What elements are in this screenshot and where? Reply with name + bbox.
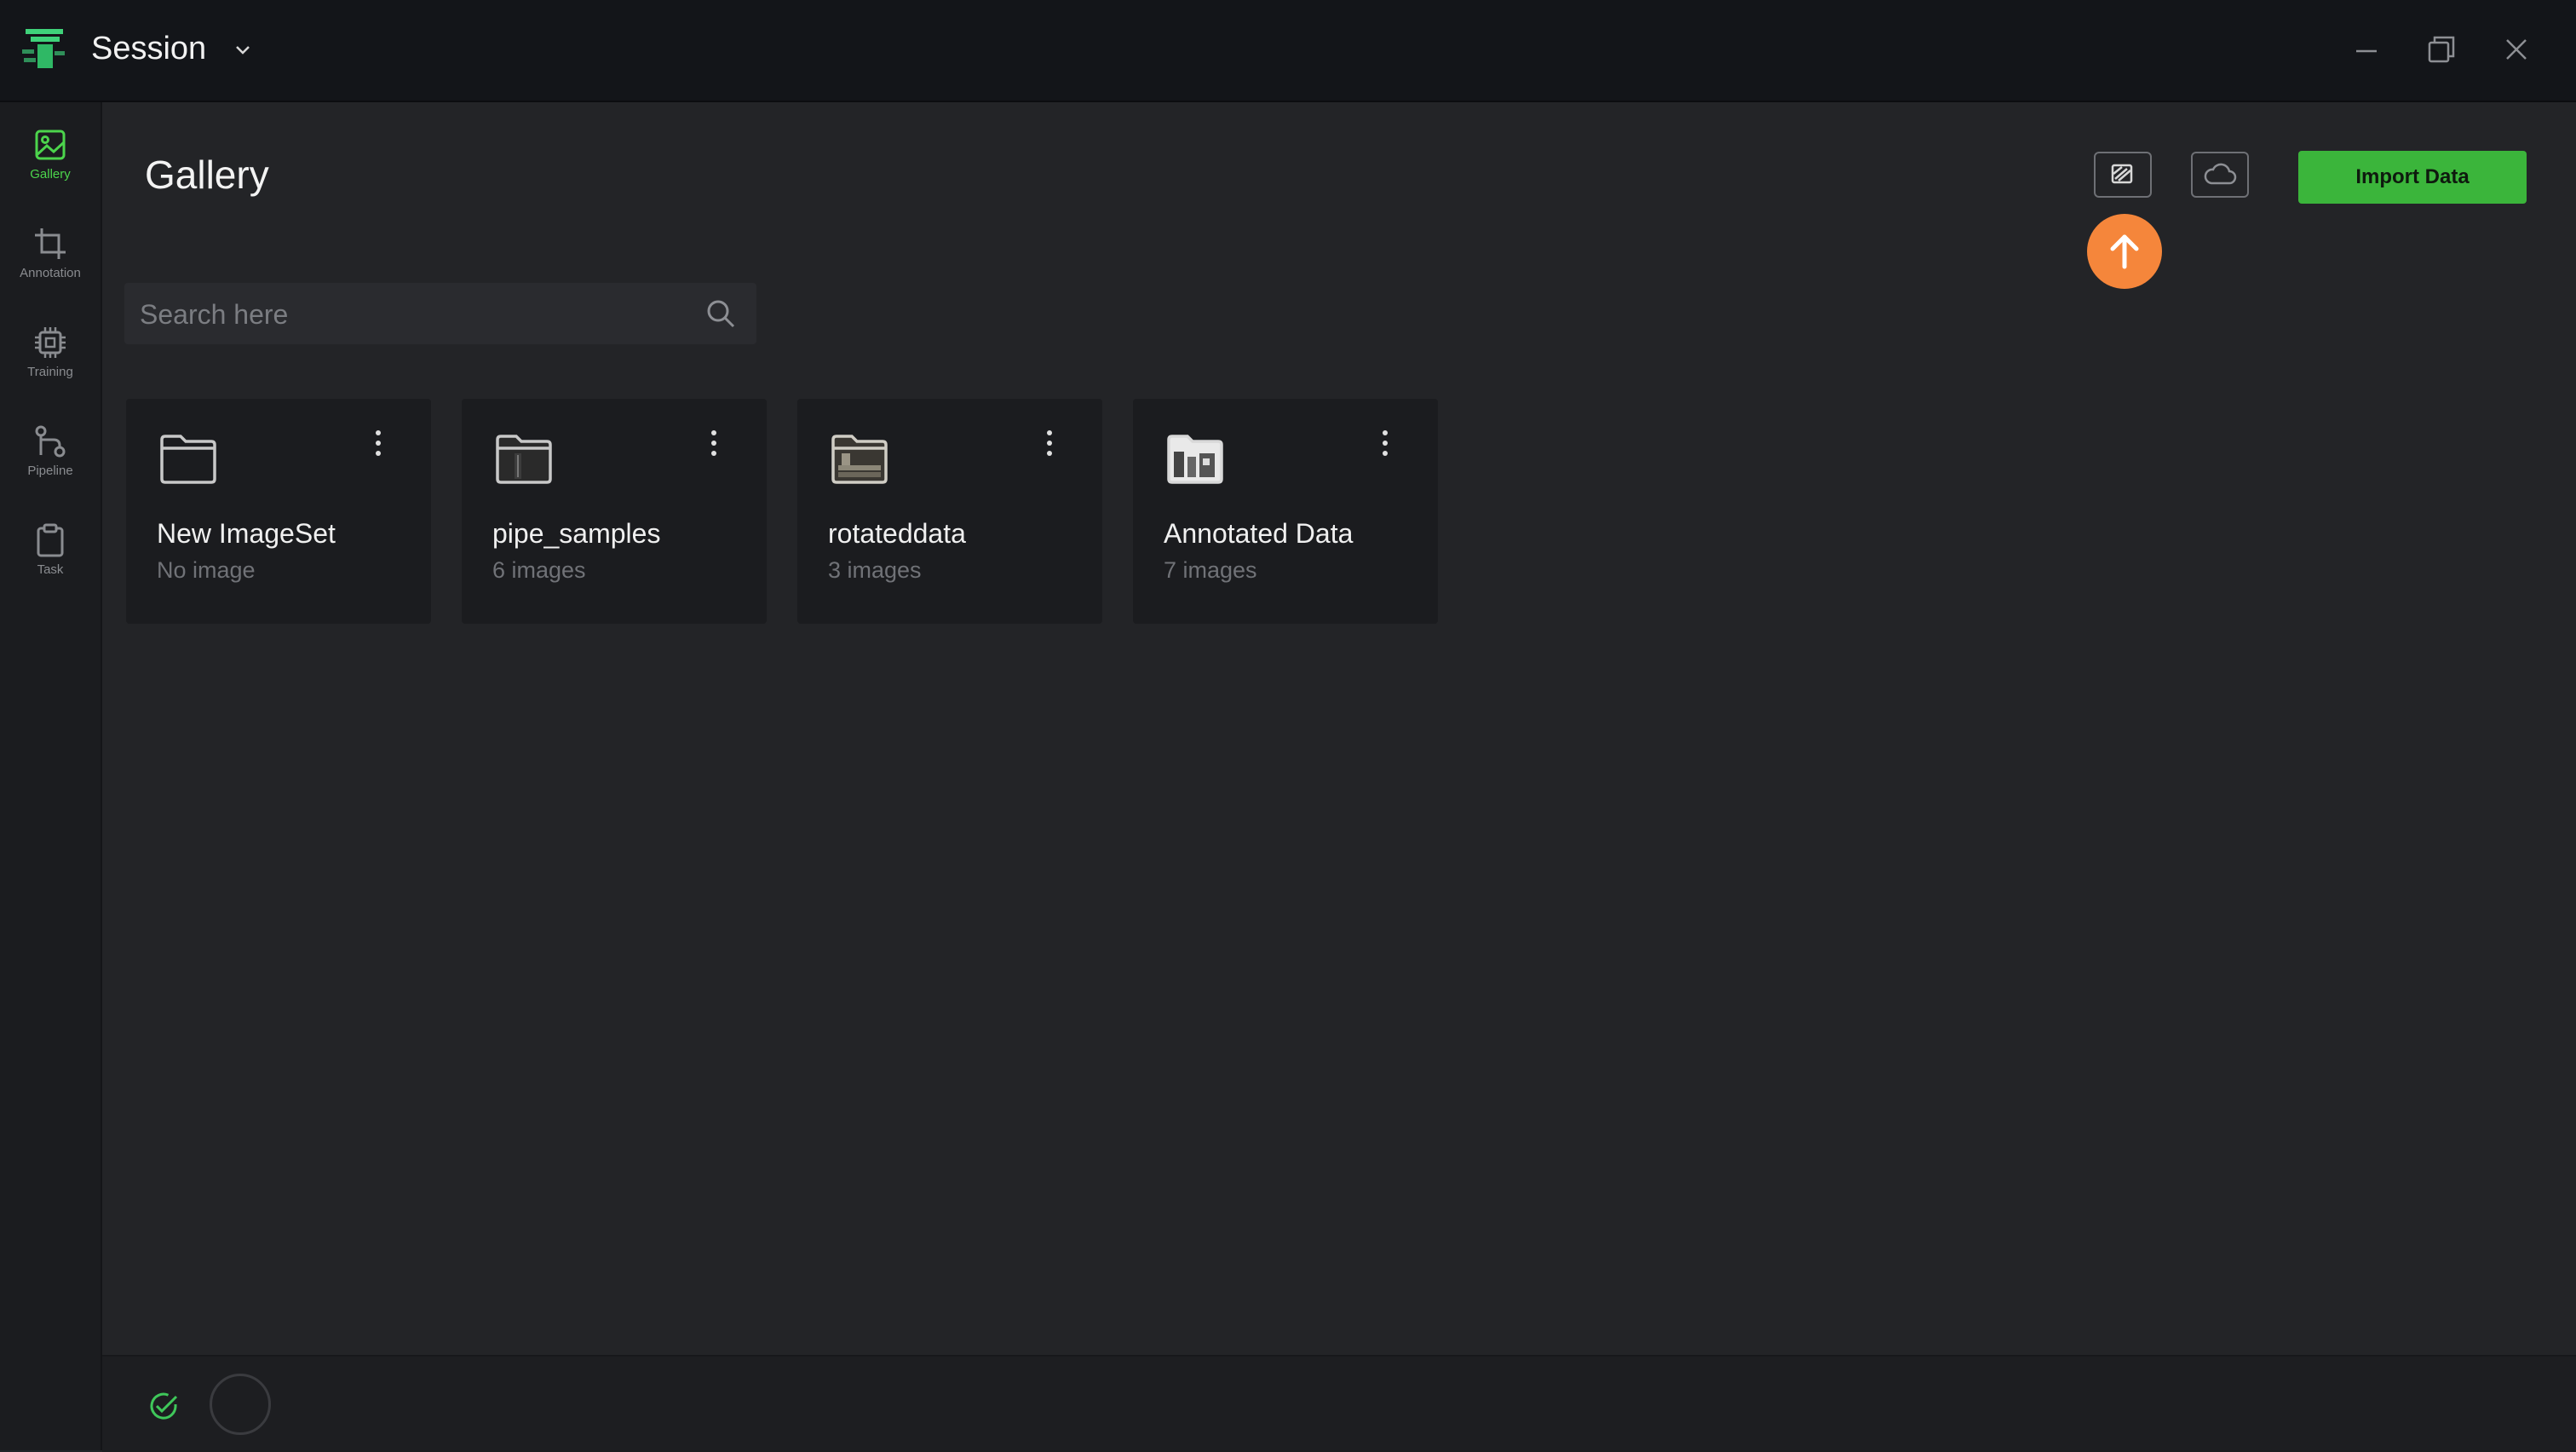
imageset-card[interactable]: pipe_samples 6 images <box>462 399 767 624</box>
image-tool-button[interactable] <box>2094 152 2152 198</box>
imageset-name: New ImageSet <box>157 518 336 549</box>
imageset-name: rotateddata <box>828 518 966 549</box>
sidebar-item-pipeline[interactable]: Pipeline <box>0 424 101 510</box>
imageset-count: 6 images <box>492 557 586 583</box>
search-box <box>124 283 756 346</box>
search-input[interactable] <box>138 283 687 346</box>
upload-hint[interactable] <box>2087 214 2162 289</box>
pipeline-icon <box>35 425 66 458</box>
more-vertical-icon[interactable] <box>704 426 724 460</box>
sidebar-item-annotation[interactable]: Annotation <box>0 227 101 312</box>
imageset-count: 7 images <box>1164 557 1257 583</box>
imageset-card[interactable]: rotateddata 3 images <box>797 399 1102 624</box>
session-title[interactable]: Session <box>91 31 206 67</box>
clipboard-icon <box>37 523 64 557</box>
imageset-count: 3 images <box>828 557 922 583</box>
more-vertical-icon[interactable] <box>1375 426 1395 460</box>
folder-thumbnail-icon <box>1167 435 1223 484</box>
sidebar-item-training[interactable]: Training <box>0 326 101 411</box>
folder-thumbnail-icon <box>496 435 552 484</box>
sidebar-item-task[interactable]: Task <box>0 523 101 608</box>
sidebar-item-label: Gallery <box>30 167 71 182</box>
progress-ring <box>210 1374 271 1435</box>
arrow-up-icon <box>2110 234 2139 269</box>
sidebar-item-gallery[interactable]: Gallery <box>0 128 101 213</box>
app-logo-icon <box>22 29 65 68</box>
search-icon[interactable] <box>705 298 736 329</box>
import-data-button[interactable]: Import Data <box>2298 151 2527 204</box>
sidebar: Gallery Annotation Training Pipeline Tas… <box>0 102 102 1450</box>
imageset-card[interactable]: New ImageSet No image <box>126 399 431 624</box>
imageset-count: No image <box>157 557 256 583</box>
folder-icon <box>160 435 216 484</box>
restore-window-icon[interactable] <box>2423 31 2460 68</box>
more-vertical-icon[interactable] <box>1039 426 1060 460</box>
cloud-button[interactable] <box>2191 152 2249 198</box>
image-filter-icon <box>2111 164 2133 184</box>
chevron-down-icon[interactable] <box>232 39 254 61</box>
chip-icon <box>35 327 66 358</box>
imageset-card[interactable]: Annotated Data 7 images <box>1133 399 1438 624</box>
folder-thumbnail-icon <box>831 435 888 484</box>
status-bar <box>102 1355 2576 1452</box>
close-icon[interactable] <box>2498 31 2535 68</box>
title-bar: Session <box>0 0 2576 102</box>
page-title: Gallery <box>145 153 269 197</box>
check-circle-icon <box>150 1392 178 1420</box>
sidebar-item-label: Training <box>27 365 73 379</box>
imageset-name: Annotated Data <box>1164 518 1354 549</box>
imageset-name: pipe_samples <box>492 518 661 549</box>
crop-icon <box>35 228 66 259</box>
sidebar-item-label: Pipeline <box>27 464 73 478</box>
sidebar-item-label: Task <box>37 562 64 577</box>
cloud-icon <box>2204 163 2237 185</box>
gallery-icon <box>35 130 66 160</box>
minimize-icon[interactable] <box>2348 31 2385 68</box>
more-vertical-icon[interactable] <box>368 426 388 460</box>
sidebar-item-label: Annotation <box>20 266 81 280</box>
